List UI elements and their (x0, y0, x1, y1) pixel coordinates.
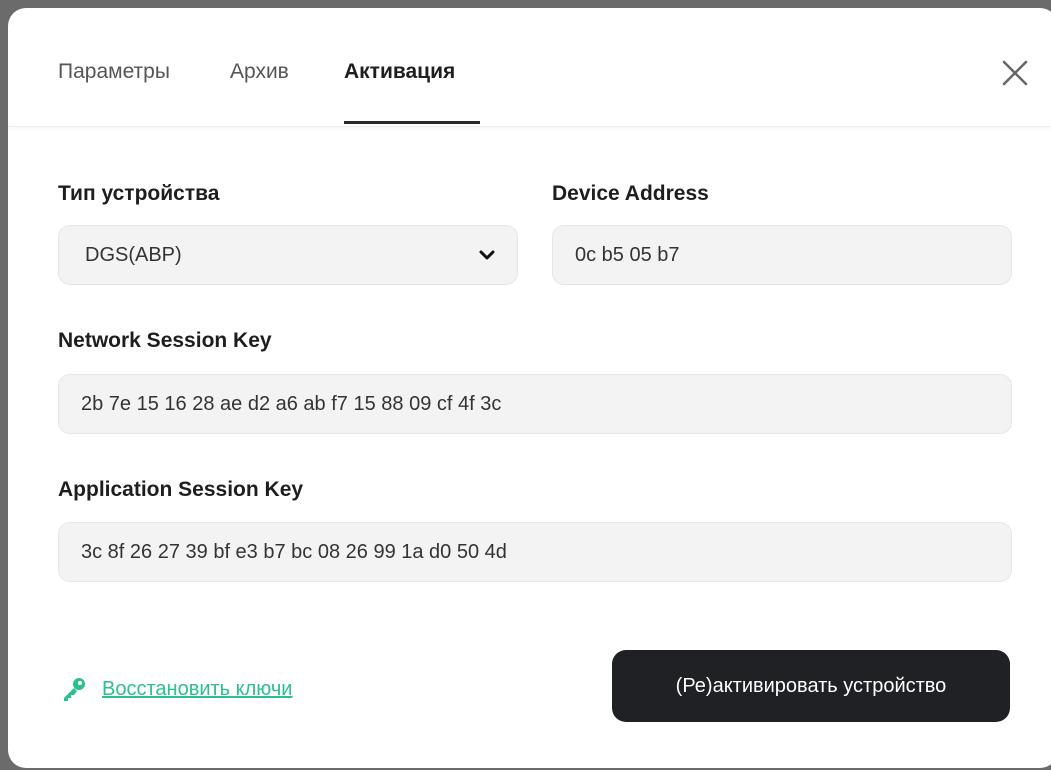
tab-parameters[interactable]: Параметры (58, 60, 170, 84)
device-address-field[interactable]: 0c b5 05 b7 (552, 225, 1012, 285)
device-type-value: DGS(ABP) (85, 243, 182, 266)
activation-dialog: Параметры Архив Активация Тип устройства… (8, 8, 1051, 768)
device-type-select[interactable]: DGS(ABP) (58, 225, 518, 285)
network-session-key-value: 2b 7e 15 16 28 ae d2 a6 ab f7 15 88 09 c… (81, 392, 502, 415)
chevron-down-icon (479, 250, 495, 260)
tab-archive[interactable]: Архив (230, 60, 289, 84)
key-icon (64, 678, 85, 701)
restore-keys-link[interactable]: Восстановить ключи (60, 675, 292, 703)
application-session-key-value: 3c 8f 26 27 39 bf e3 b7 bc 08 26 99 1a d… (81, 540, 507, 563)
application-session-key-field[interactable]: 3c 8f 26 27 39 bf e3 b7 bc 08 26 99 1a d… (58, 522, 1012, 582)
network-session-key-label: Network Session Key (58, 329, 272, 352)
restore-keys-text[interactable]: Восстановить ключи (102, 678, 292, 701)
device-address-value: 0c b5 05 b7 (575, 243, 680, 266)
reactivate-device-button[interactable]: (Ре)активировать устройство (612, 650, 1010, 722)
application-session-key-label: Application Session Key (58, 478, 304, 501)
tab-activation[interactable]: Активация (344, 60, 455, 84)
device-type-label: Тип устройства (58, 182, 220, 205)
close-icon[interactable] (998, 56, 1032, 90)
network-session-key-field[interactable]: 2b 7e 15 16 28 ae d2 a6 ab f7 15 88 09 c… (58, 374, 1012, 434)
tab-bar: Параметры Архив Активация (8, 8, 1051, 127)
device-address-label: Device Address (552, 182, 709, 205)
active-tab-indicator (344, 121, 480, 124)
